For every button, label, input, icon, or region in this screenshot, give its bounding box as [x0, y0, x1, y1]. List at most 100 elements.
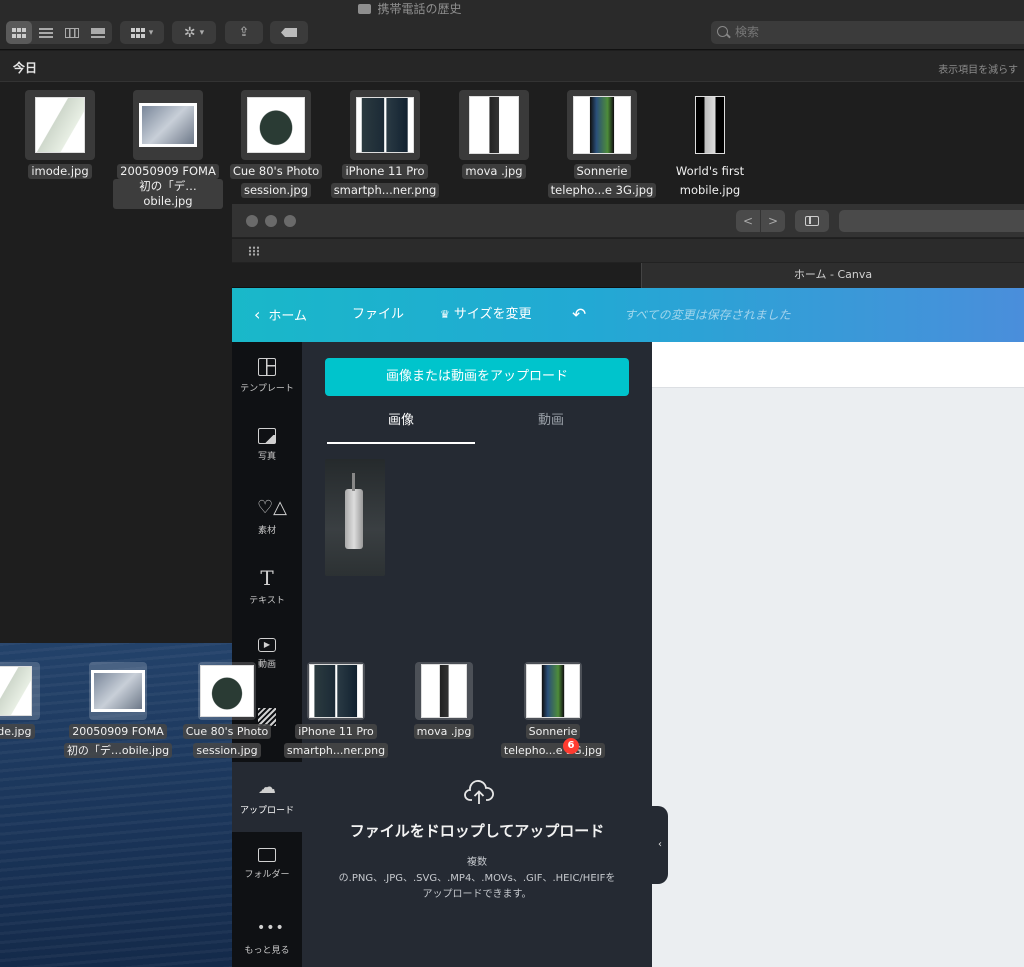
drop-desc-line1: 複数 — [467, 857, 487, 868]
file-thumbnail — [459, 90, 529, 160]
undo-button[interactable]: ↶ — [572, 288, 586, 342]
tab-videos-label: 動画 — [537, 413, 564, 428]
ghost-thumbnail — [307, 662, 365, 720]
undo-icon: ↶ — [572, 305, 587, 325]
ghost-thumbnail — [89, 662, 147, 720]
search-input[interactable]: 検索 — [711, 21, 1024, 44]
finder-title-text: 携帯電話の歴史 — [377, 2, 462, 16]
file-item[interactable]: mova .jpg — [439, 90, 549, 179]
file-thumbnail — [25, 90, 95, 160]
drop-zone-description: 複数 の.PNG、.JPG、.SVG、.MP4、.MOVs、.GIF、.HEIC… — [312, 855, 642, 903]
section-header: 今日 表示項目を減らす — [0, 51, 1024, 82]
rail-item-elements[interactable]: ♡△ 素材 — [232, 482, 302, 552]
column-view-button[interactable] — [59, 21, 85, 44]
folder-icon — [258, 848, 276, 862]
tab-canva-home[interactable]: ホーム - Canva — [641, 263, 1024, 288]
sidebar-toggle-button[interactable] — [795, 210, 829, 232]
file-label: ファイル — [352, 307, 405, 322]
file-item[interactable]: Sonnerie telepho...e 3G.jpg — [547, 90, 657, 198]
gear-icon: ✲ — [183, 24, 196, 41]
uploads-panel: 画像または動画をアップロード 画像 動画 ファイルをドロップしてアップロード 複… — [302, 342, 652, 967]
tab-images[interactable]: 画像 — [327, 410, 475, 444]
rail-item-more[interactable]: ••• もっと見る — [232, 902, 302, 967]
rail-label: テキスト — [249, 596, 285, 606]
cloud-upload-icon — [464, 780, 494, 804]
upload-icon: ☁ — [258, 777, 276, 798]
back-button[interactable]: < — [736, 210, 760, 232]
list-view-button[interactable] — [33, 21, 59, 44]
list-view-icon — [39, 27, 53, 38]
sidebar-icon — [805, 216, 819, 226]
video-icon: ▶ — [258, 638, 276, 652]
uploaded-image-thumbnail[interactable] — [325, 459, 385, 576]
resize-button[interactable]: ♛ サイズを変更 — [440, 288, 532, 342]
file-menu-button[interactable]: ファイル — [352, 288, 404, 342]
rail-label: テンプレート — [240, 384, 294, 394]
rail-item-photos[interactable]: 写真 — [232, 412, 302, 482]
ghost-thumbnail — [198, 662, 256, 720]
tab-bar: ホーム - Canva — [232, 263, 1024, 288]
share-button[interactable]: ⇪ — [225, 21, 263, 44]
tab-images-label: 画像 — [387, 413, 414, 428]
collapse-panel-button[interactable]: ‹ — [652, 806, 668, 884]
rail-item-templates[interactable]: テンプレート — [232, 342, 302, 412]
tag-icon — [281, 28, 297, 37]
photo-icon — [258, 428, 276, 444]
home-button[interactable]: ‹ ホーム — [254, 288, 307, 342]
ghost-file-name: iPhone 11 Pro — [295, 724, 377, 739]
rail-item-uploads[interactable]: ☁ アップロード — [232, 762, 302, 832]
file-name-line2: telepho...e 3G.jpg — [547, 183, 657, 198]
canva-header: ‹ ホーム ファイル ♛ サイズを変更 ↶ すべての変更は保存されました — [232, 288, 1024, 342]
action-button[interactable]: ✲ ▾ — [172, 21, 216, 44]
column-view-icon — [65, 27, 79, 38]
tab-videos[interactable]: 動画 — [477, 410, 625, 444]
file-thumbnail — [350, 90, 420, 160]
show-less-link[interactable]: 表示項目を減らす — [938, 61, 1018, 76]
file-item[interactable]: 20050909 FOMA 初の「デ…obile.jpg — [113, 90, 223, 209]
ghost-file-name-line2: telepho...e 3G.jpg — [500, 743, 606, 758]
gallery-view-button[interactable] — [85, 21, 111, 44]
favorites-grid-icon[interactable] — [248, 246, 260, 256]
chevron-left-icon: ‹ — [658, 839, 662, 850]
gallery-view-icon — [91, 27, 105, 38]
file-item[interactable]: World's first mobile.jpg — [655, 90, 765, 198]
chevron-left-icon: < — [742, 214, 754, 228]
file-item[interactable]: Cue 80's Photo session.jpg — [221, 90, 331, 198]
close-window-button[interactable] — [246, 215, 258, 227]
ghost-thumbnail — [0, 662, 40, 720]
file-item[interactable]: imode.jpg — [5, 90, 115, 179]
forward-button[interactable]: > — [761, 210, 785, 232]
group-button[interactable]: ▾ — [120, 21, 164, 44]
chevron-down-icon: ▾ — [148, 27, 154, 38]
canvas-toolbar — [652, 342, 1024, 388]
file-name: Cue 80's Photo — [229, 164, 323, 179]
file-name: World's first — [675, 164, 745, 178]
address-bar[interactable] — [839, 210, 1024, 232]
upload-button-label: 画像または動画をアップロード — [385, 369, 568, 384]
ghost-file-name: Sonnerie — [525, 724, 581, 739]
home-label: ホーム — [268, 309, 308, 324]
upload-media-button[interactable]: 画像または動画をアップロード — [325, 358, 629, 396]
drop-zone-title: ファイルをドロップしてアップロード — [349, 822, 605, 840]
rail-item-text[interactable]: T テキスト — [232, 552, 302, 622]
tab-title: ホーム - Canva — [793, 268, 873, 281]
dragged-file-ghost: ode.jpg — [0, 662, 66, 739]
design-canvas-area[interactable] — [652, 342, 1024, 967]
ghost-file-name-line2: smartph...ner.png — [283, 743, 389, 758]
brick-phone-image — [345, 473, 363, 549]
file-name: Sonnerie — [573, 164, 631, 179]
minimize-window-button[interactable] — [265, 215, 277, 227]
zoom-window-button[interactable] — [284, 215, 296, 227]
icon-view-button[interactable] — [6, 21, 32, 44]
file-name: iPhone 11 Pro — [342, 164, 428, 179]
file-name-line2: session.jpg — [240, 183, 312, 198]
file-name-line2: mobile.jpg — [679, 183, 741, 197]
drag-count-badge: 6 — [563, 738, 579, 754]
dragged-file-ghost: mova .jpg — [389, 662, 499, 739]
file-item[interactable]: iPhone 11 Pro smartph...ner.png — [330, 90, 440, 198]
rail-item-folders[interactable]: フォルダー — [232, 832, 302, 902]
template-icon — [258, 358, 276, 376]
tag-button[interactable] — [270, 21, 308, 44]
rail-label: 写真 — [257, 452, 276, 462]
chevron-left-icon: ‹ — [254, 305, 261, 324]
